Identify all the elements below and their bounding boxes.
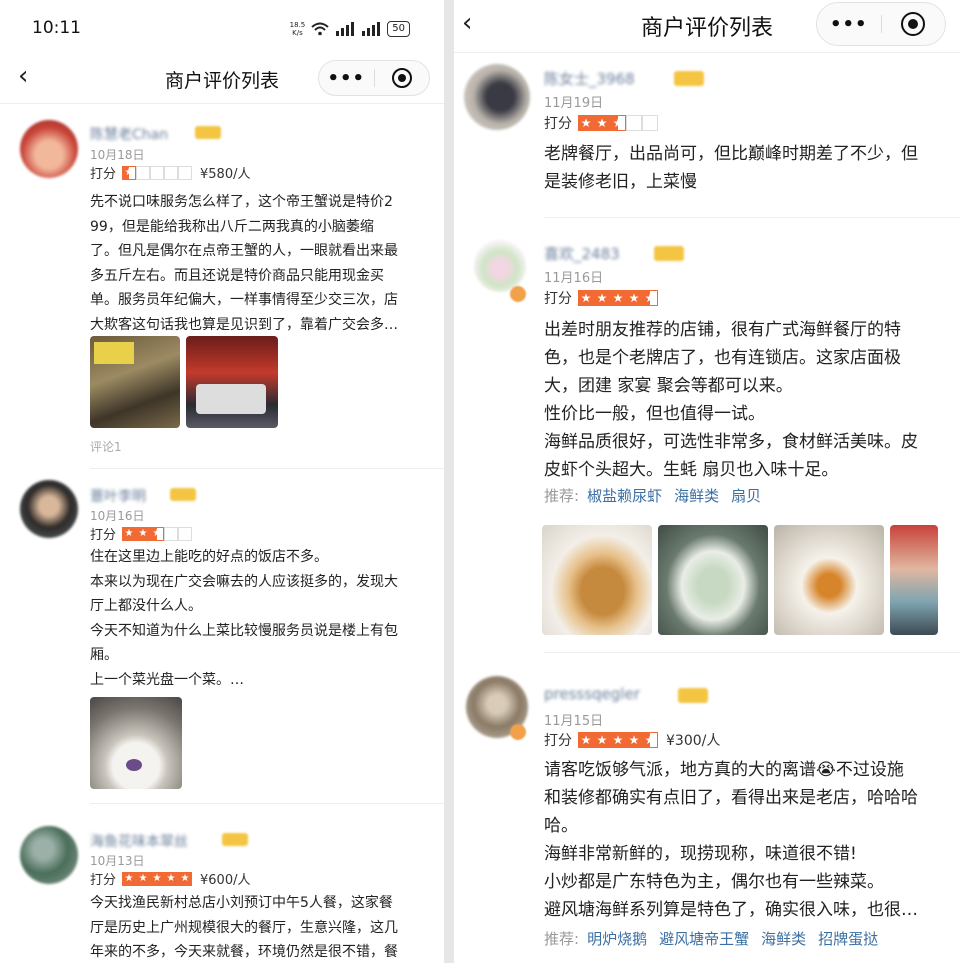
review-date: 11月15日 [544,714,604,729]
left-screenshot: 10:11 18.5 K/s 50 ‹ 商户评价列表 ••• 陈慧老Chan 10… [0,0,444,963]
price-per-person: ¥300/人 [666,733,721,749]
star-icon: ★ [610,732,626,748]
avatar[interactable] [20,826,78,884]
right-screenshot: ‹ 商户评价列表 ••• 陈女士_3968 11月19日 打分 ★ ★ ★ ★ ★ 老牌… [454,0,960,963]
star-icon: ★ [122,871,137,886]
review-text-line: 年来的不多，今天来就餐，环境仍然是很不错，餐 [90,944,398,960]
review-text-line: 今天找渔民新村总店小刘预订中午5人餐，这家餐 [90,895,393,911]
review-text-line: 海鲜非常新鲜的，现捞现称，味道很不错! [544,844,857,864]
vip-badge-icon [222,833,248,846]
star-icon: ★ [178,871,193,886]
username[interactable]: presssqegler [544,685,640,703]
vip-badge-icon [678,688,708,703]
recommended-dish-tag[interactable]: 海鲜类 [761,928,806,949]
review-text[interactable]: 请客吃饭够气派，地方真的大的离谱😭不过设施 和装修都确实有点旧了，看得出来是老店，… [544,756,918,924]
star-rating: ★ ★ ★ ★ ★ [578,732,658,748]
recommended-dish-tag[interactable]: 避风塘帝王蟹 [659,928,749,949]
review-text-line: 和装修都确实有点旧了，看得出来是老店，哈哈哈 [544,788,918,808]
username[interactable]: 海鱼花味本翠丝 [90,831,188,851]
review-date: 10月13日 [90,854,145,868]
review-text[interactable]: 今天找渔民新村总店小刘预订中午5人餐，这家餐 厅是历史上广州规模很大的餐厅，生意兴… [90,891,398,963]
recommended-dish-tag[interactable]: 招牌蛋挞 [818,928,878,949]
verified-badge-icon [510,724,526,740]
star-icon: ★ [626,732,642,748]
star-icon: ★ [136,871,151,886]
star-icon: ★ [642,732,658,748]
review-text-line: 小炒都是广东特色为主，偶尔也有一些辣菜。 [544,872,884,892]
star-icon: ★ [150,871,165,886]
star-rating: ★ ★ ★ ★ ★ [122,871,193,886]
score-row: 打分 ★ ★ ★ ★ ★ ¥600/人 [90,869,250,888]
star-icon: ★ [164,871,179,886]
review-text-line: 哈。 [544,816,578,836]
recommend-label: 推荐: [544,930,580,948]
recommended-dish-tag[interactable]: 明炉烧鹅 [587,928,647,949]
review-item[interactable]: 海鱼花味本翠丝 10月13日 打分 ★ ★ ★ ★ ★ ¥600/人 今天找渔民新村总店… [0,0,444,963]
recommended-tags: 推荐: 明炉烧鹅 避风塘帝王蟹 海鲜类 招牌蛋挞 [544,928,890,949]
price-per-person: ¥600/人 [200,873,251,888]
review-text-line: 避风塘海鲜系列算是特色了，确实很入味，也很… [544,900,918,920]
score-row: 打分 ★ ★ ★ ★ ★ ¥300/人 [544,730,720,750]
star-icon: ★ [594,732,610,748]
review-item[interactable]: presssqegler 11月15日 打分 ★ ★ ★ ★ ★ ¥300/人 请客吃饭… [454,0,960,963]
review-text-line: 厅是历史上广州规模很大的餐厅，生意兴隆，这几 [90,919,398,936]
review-text-line: 请客吃饭够气派，地方真的大的离谱😭不过设施 [544,760,904,780]
star-icon: ★ [578,732,594,748]
